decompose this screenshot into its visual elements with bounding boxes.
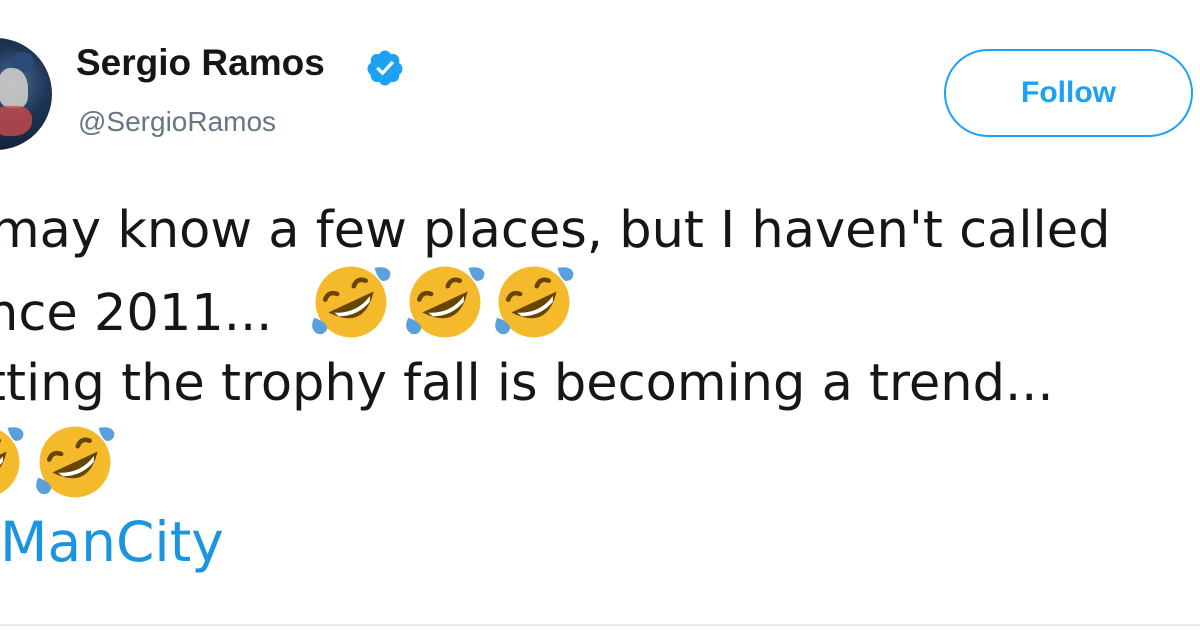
rolling-laughing-emoji-icon (36, 426, 115, 498)
tweet-text-line: nce 2011... (0, 284, 273, 343)
verified-badge-icon (367, 50, 403, 86)
rolling-laughing-emoji-icon (495, 266, 574, 338)
divider (0, 624, 1200, 626)
rolling-laughing-emoji-icon (312, 266, 391, 338)
display-name[interactable]: Sergio Ramos (76, 44, 325, 81)
avatar[interactable] (0, 38, 52, 150)
tweet-card: Sergio Ramos @SergioRamos Follow may kno… (0, 0, 1200, 630)
rolling-laughing-emoji-icon (406, 266, 485, 338)
user-handle[interactable]: @SergioRamos (78, 108, 276, 136)
hashtag-link[interactable]: ManCity (0, 515, 224, 570)
rolling-laughing-emoji-icon (0, 426, 24, 498)
tweet-text-line: may know a few places, but I haven't cal… (0, 201, 1111, 260)
avatar-detail (0, 68, 28, 108)
tweet-text-line: tting the trophy fall is becoming a tren… (0, 354, 1054, 413)
avatar-detail (0, 106, 32, 136)
follow-button[interactable]: Follow (944, 49, 1193, 137)
